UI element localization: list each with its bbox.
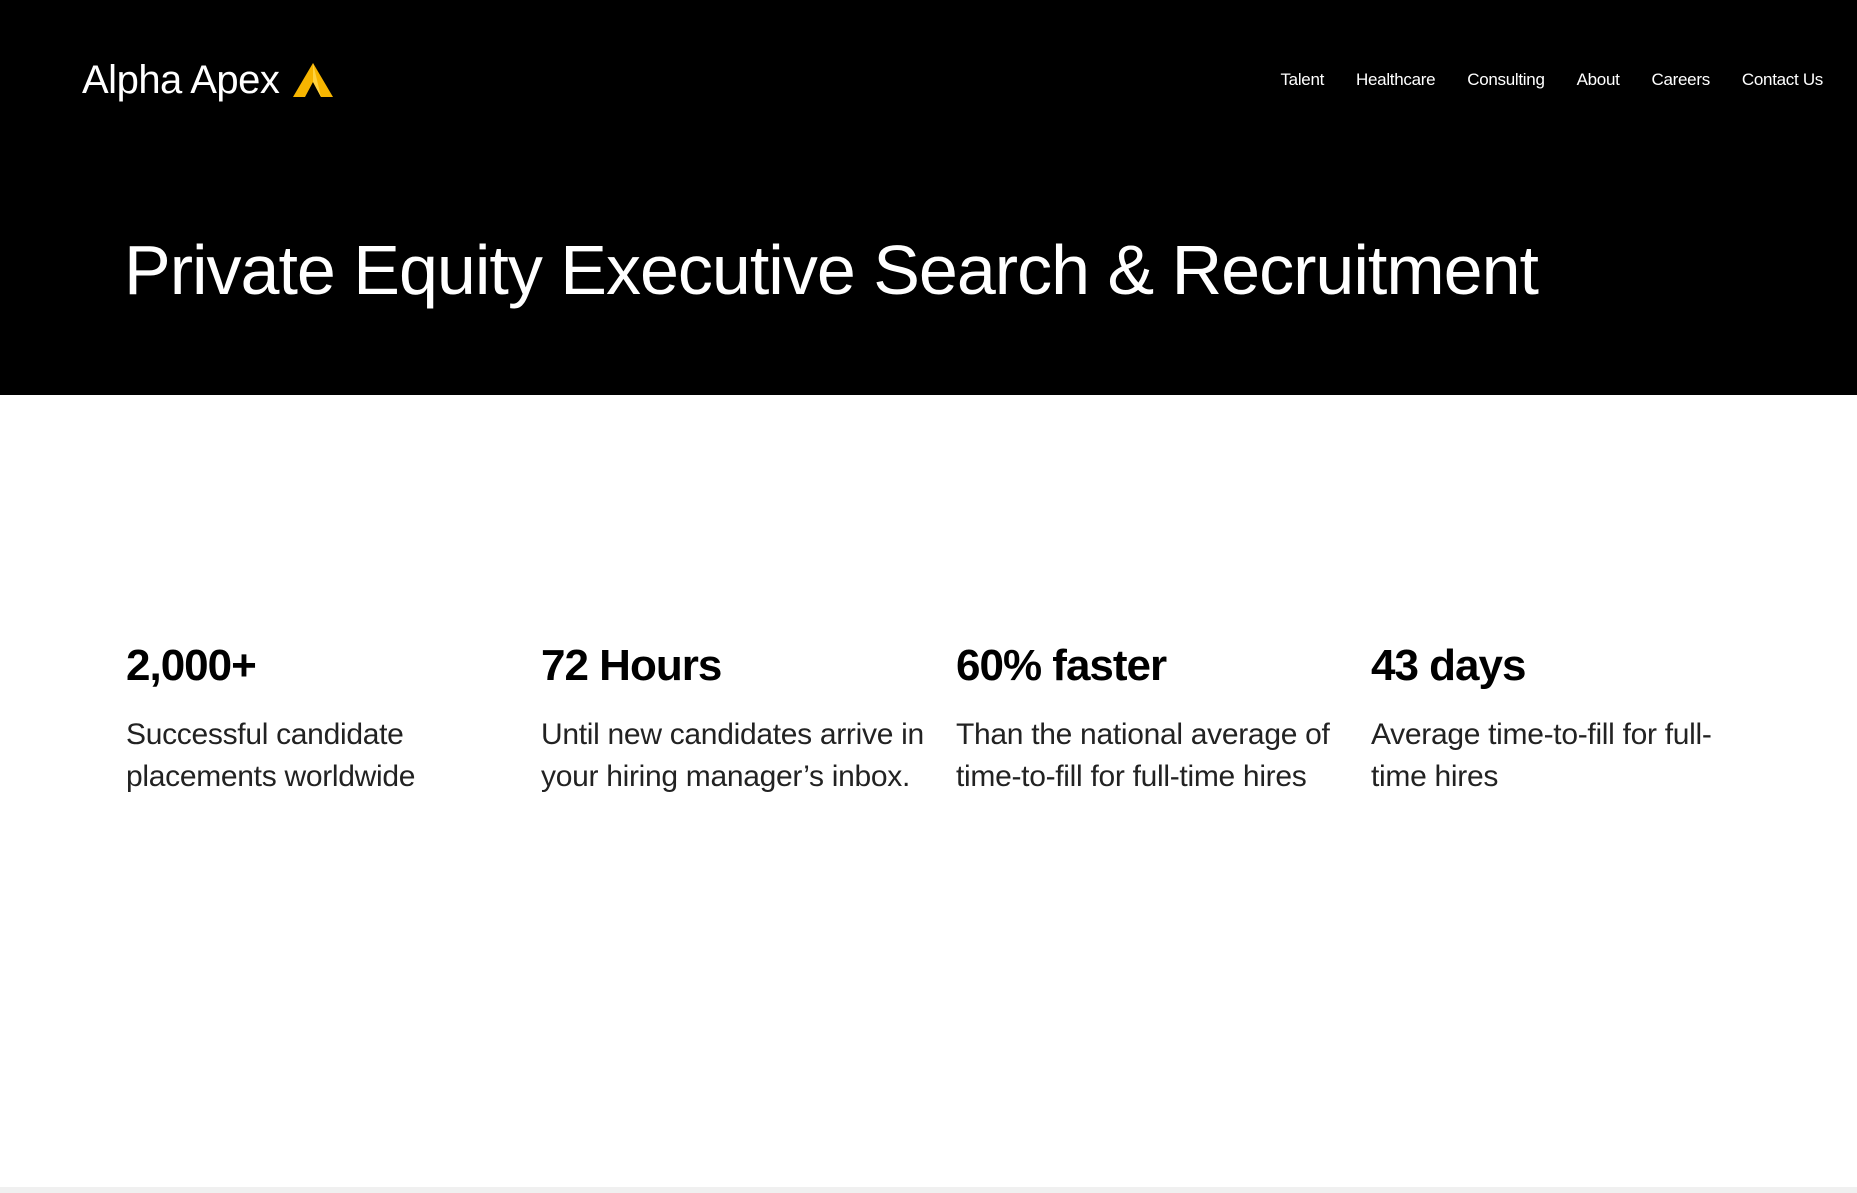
nav-item-about[interactable]: About [1577, 66, 1620, 94]
stat-description: Until new candidates arrive in your hiri… [541, 718, 924, 793]
stats-section: 2,000+ Successful candidate placements w… [126, 636, 1786, 798]
stat-value: 43 days [1371, 641, 1526, 690]
nav-item-talent[interactable]: Talent [1280, 66, 1324, 94]
nav-item-healthcare[interactable]: Healthcare [1356, 66, 1436, 94]
stat-value: 72 Hours [541, 641, 722, 690]
nav-item-consulting[interactable]: Consulting [1467, 66, 1545, 94]
nav-item-contact-us[interactable]: Contact Us [1742, 66, 1823, 94]
stat-description: Successful candidate placements worldwid… [126, 718, 416, 793]
stat-turnaround: 72 Hours Until new candidates arrive in … [541, 636, 956, 798]
stat-placements: 2,000+ Successful candidate placements w… [126, 636, 541, 798]
stat-description: Than the national average of time-to-fil… [956, 718, 1330, 793]
stat-value: 2,000+ [126, 641, 257, 690]
stat-time-to-fill: 43 days Average time-to-fill for full-ti… [1371, 636, 1786, 798]
stat-value: 60% faster [956, 641, 1167, 690]
brand-logo[interactable]: Alpha Apex [82, 52, 334, 108]
stat-speed: 60% faster Than the national average of … [956, 636, 1371, 798]
main-nav: Talent Healthcare Consulting About Caree… [1248, 66, 1823, 94]
apex-triangle-icon [293, 63, 334, 97]
stat-description: Average time-to-fill for full-time hires [1371, 718, 1712, 793]
page-bottom-divider [0, 1187, 1857, 1193]
nav-item-careers[interactable]: Careers [1652, 66, 1711, 94]
brand-name: Alpha Apex [82, 58, 280, 102]
hero-section: Alpha Apex Talent Healthcare Consulting … [0, 0, 1857, 395]
page-title: Private Equity Executive Search & Recrui… [124, 231, 1539, 309]
